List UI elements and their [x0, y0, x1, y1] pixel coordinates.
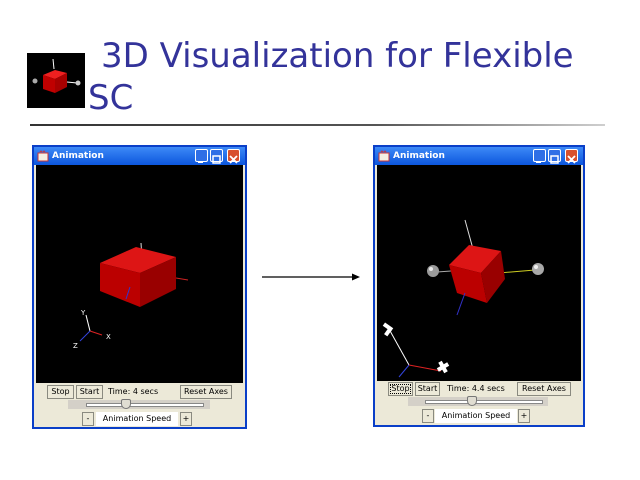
- app-icon: [37, 150, 49, 162]
- maximize-icon[interactable]: [210, 149, 223, 164]
- window-title: Animation: [393, 151, 445, 161]
- axis-x-label: X: [106, 333, 111, 341]
- animation-window-left: Animation Y X Z Stop Start Time: 4 secs …: [32, 145, 247, 429]
- 3d-view-canvas[interactable]: Y X Z: [36, 165, 243, 383]
- time-readout: Time: 4.4 secs: [447, 384, 505, 393]
- axis-y-label: Y: [80, 309, 86, 317]
- arrow-right-icon: [262, 273, 360, 281]
- window-titlebar[interactable]: Animation: [34, 147, 245, 165]
- speed-slider-track: [86, 403, 204, 407]
- time-readout: Time: 4 secs: [108, 387, 159, 396]
- speed-increase-button[interactable]: +: [180, 412, 192, 426]
- slide-title-line1: 3D Visualization for Flexible: [101, 36, 574, 76]
- axis-x-marker: [436, 360, 450, 374]
- maximize-icon[interactable]: [548, 149, 561, 164]
- animation-window-right: Animation Stop Start Time: 4.4 secs Rese…: [373, 145, 585, 427]
- reset-axes-button[interactable]: Reset Axes: [517, 382, 571, 396]
- animation-speed-label: Animation Speed: [435, 409, 517, 423]
- 3d-view-canvas[interactable]: [377, 165, 581, 381]
- close-icon[interactable]: [227, 149, 240, 164]
- stop-button[interactable]: Stop: [47, 385, 74, 399]
- window-title: Animation: [52, 151, 104, 161]
- animation-speed-label: Animation Speed: [96, 412, 178, 426]
- axis-z-label: Z: [73, 342, 78, 350]
- slide-title: 3D Visualization for Flexible SC: [88, 35, 628, 119]
- speed-slider-thumb[interactable]: [467, 396, 477, 406]
- app-icon: [378, 150, 390, 162]
- speed-decrease-button[interactable]: -: [422, 409, 434, 423]
- start-button[interactable]: Start: [415, 382, 440, 396]
- speed-increase-button[interactable]: +: [518, 409, 530, 423]
- slide-title-line2: SC: [88, 78, 134, 118]
- stop-button[interactable]: Stop: [388, 382, 413, 396]
- speed-decrease-button[interactable]: -: [82, 412, 94, 426]
- minimize-icon[interactable]: [533, 149, 546, 163]
- title-divider: [30, 124, 605, 126]
- start-button[interactable]: Start: [76, 385, 103, 399]
- speed-slider-track: [425, 400, 543, 404]
- close-icon[interactable]: [565, 149, 578, 164]
- reset-axes-button[interactable]: Reset Axes: [180, 385, 232, 399]
- window-titlebar[interactable]: Animation: [375, 147, 583, 165]
- slide-logo: [27, 53, 85, 108]
- speed-slider-thumb[interactable]: [121, 399, 131, 409]
- minimize-icon[interactable]: [195, 149, 208, 163]
